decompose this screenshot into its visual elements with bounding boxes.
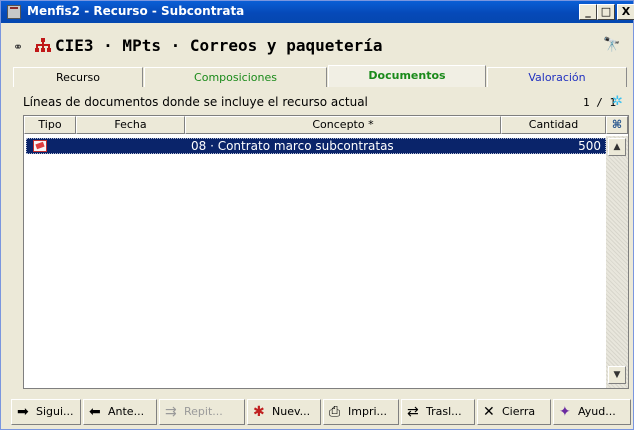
- help-book-icon: ✦: [559, 404, 571, 420]
- document-icon: [33, 140, 47, 152]
- row-cantidad: 500: [578, 139, 601, 153]
- tab-recurso[interactable]: Recurso: [13, 67, 143, 87]
- arrow-left-icon: ⬅: [89, 404, 101, 420]
- next-button-label: Sigui...: [36, 405, 74, 418]
- printer-icon: ⎙: [329, 404, 341, 420]
- table-row[interactable]: 08 · Contrato marco subcontratas 500: [26, 138, 606, 154]
- hierarchy-icon: [35, 38, 51, 52]
- grid-header: Tipo Fecha Concepto * Cantidad ⌘: [24, 116, 628, 134]
- previous-button[interactable]: ⬅ Ante...: [83, 399, 157, 425]
- column-header-tipo[interactable]: Tipo: [24, 116, 76, 134]
- tab-valoracion[interactable]: Valoración: [487, 67, 627, 87]
- tab-composiciones[interactable]: Composiciones: [144, 67, 327, 87]
- record-path: CIE3 · MPts · Correos y paquetería: [55, 36, 383, 55]
- repeat-button-label: Repit...: [184, 405, 223, 418]
- scroll-down-button[interactable]: ▼: [608, 366, 626, 384]
- bottom-toolbar: ➡ Sigui... ⬅ Ante... ⇉ Repit... ✱ Nuev..…: [11, 399, 631, 427]
- tab-documentos[interactable]: Documentos: [328, 65, 486, 87]
- new-item-icon: ✱: [253, 404, 265, 420]
- column-header-cantidad[interactable]: Cantidad: [501, 116, 606, 134]
- help-button[interactable]: ✦ Ayud...: [553, 399, 631, 425]
- new-button-label: Nuev...: [272, 405, 311, 418]
- previous-button-label: Ante...: [108, 405, 145, 418]
- close-window-button-label: Cierra: [502, 405, 536, 418]
- row-concepto: 08 · Contrato marco subcontratas: [191, 139, 394, 153]
- maximize-button[interactable]: □: [597, 4, 615, 20]
- help-button-label: Ayud...: [578, 405, 616, 418]
- record-header: ⚭ CIE3 · MPts · Correos y paquetería 🔭: [9, 35, 629, 57]
- tab-strip: Recurso Composiciones Documentos Valorac…: [9, 65, 629, 87]
- documents-grid: Tipo Fecha Concepto * Cantidad ⌘ 08 · Co…: [23, 115, 629, 389]
- close-button[interactable]: X: [617, 4, 634, 20]
- arrow-right-icon: ➡: [17, 404, 29, 420]
- transfer-icon: ⇄: [407, 404, 419, 420]
- minimize-button[interactable]: _: [579, 4, 597, 20]
- app-icon: [7, 5, 21, 19]
- column-header-fecha[interactable]: Fecha: [76, 116, 185, 134]
- grid-body: 08 · Contrato marco subcontratas 500: [24, 136, 606, 388]
- print-button[interactable]: ⎙ Impri...: [323, 399, 399, 425]
- column-chooser-icon[interactable]: ⌘: [606, 116, 628, 134]
- transfer-button[interactable]: ⇄ Trasl...: [401, 399, 475, 425]
- vertical-scrollbar[interactable]: ▲ ▼: [606, 136, 628, 388]
- link-icon[interactable]: ⚭: [13, 40, 23, 54]
- next-button[interactable]: ➡ Sigui...: [11, 399, 81, 425]
- transfer-button-label: Trasl...: [426, 405, 462, 418]
- scroll-up-button[interactable]: ▲: [608, 138, 626, 156]
- column-header-concepto[interactable]: Concepto *: [185, 116, 501, 134]
- new-button[interactable]: ✱ Nuev...: [247, 399, 321, 425]
- print-button-label: Impri...: [348, 405, 388, 418]
- grid-caption: Líneas de documentos donde se incluye el…: [9, 93, 629, 111]
- refresh-icon[interactable]: ✲: [612, 94, 623, 109]
- repeat-icon: ⇉: [165, 404, 177, 420]
- repeat-button[interactable]: ⇉ Repit...: [159, 399, 245, 425]
- app-window: Menfis2 - Recurso - Subcontrata _ □ X ⚭ …: [0, 0, 634, 430]
- binoculars-icon[interactable]: 🔭: [603, 37, 620, 53]
- grid-description: Líneas de documentos donde se incluye el…: [23, 95, 368, 109]
- close-window-button[interactable]: ✕ Cierra: [477, 399, 551, 425]
- close-icon: ✕: [483, 404, 495, 420]
- title-bar[interactable]: Menfis2 - Recurso - Subcontrata _ □ X: [1, 1, 634, 23]
- window-title: Menfis2 - Recurso - Subcontrata: [27, 4, 245, 18]
